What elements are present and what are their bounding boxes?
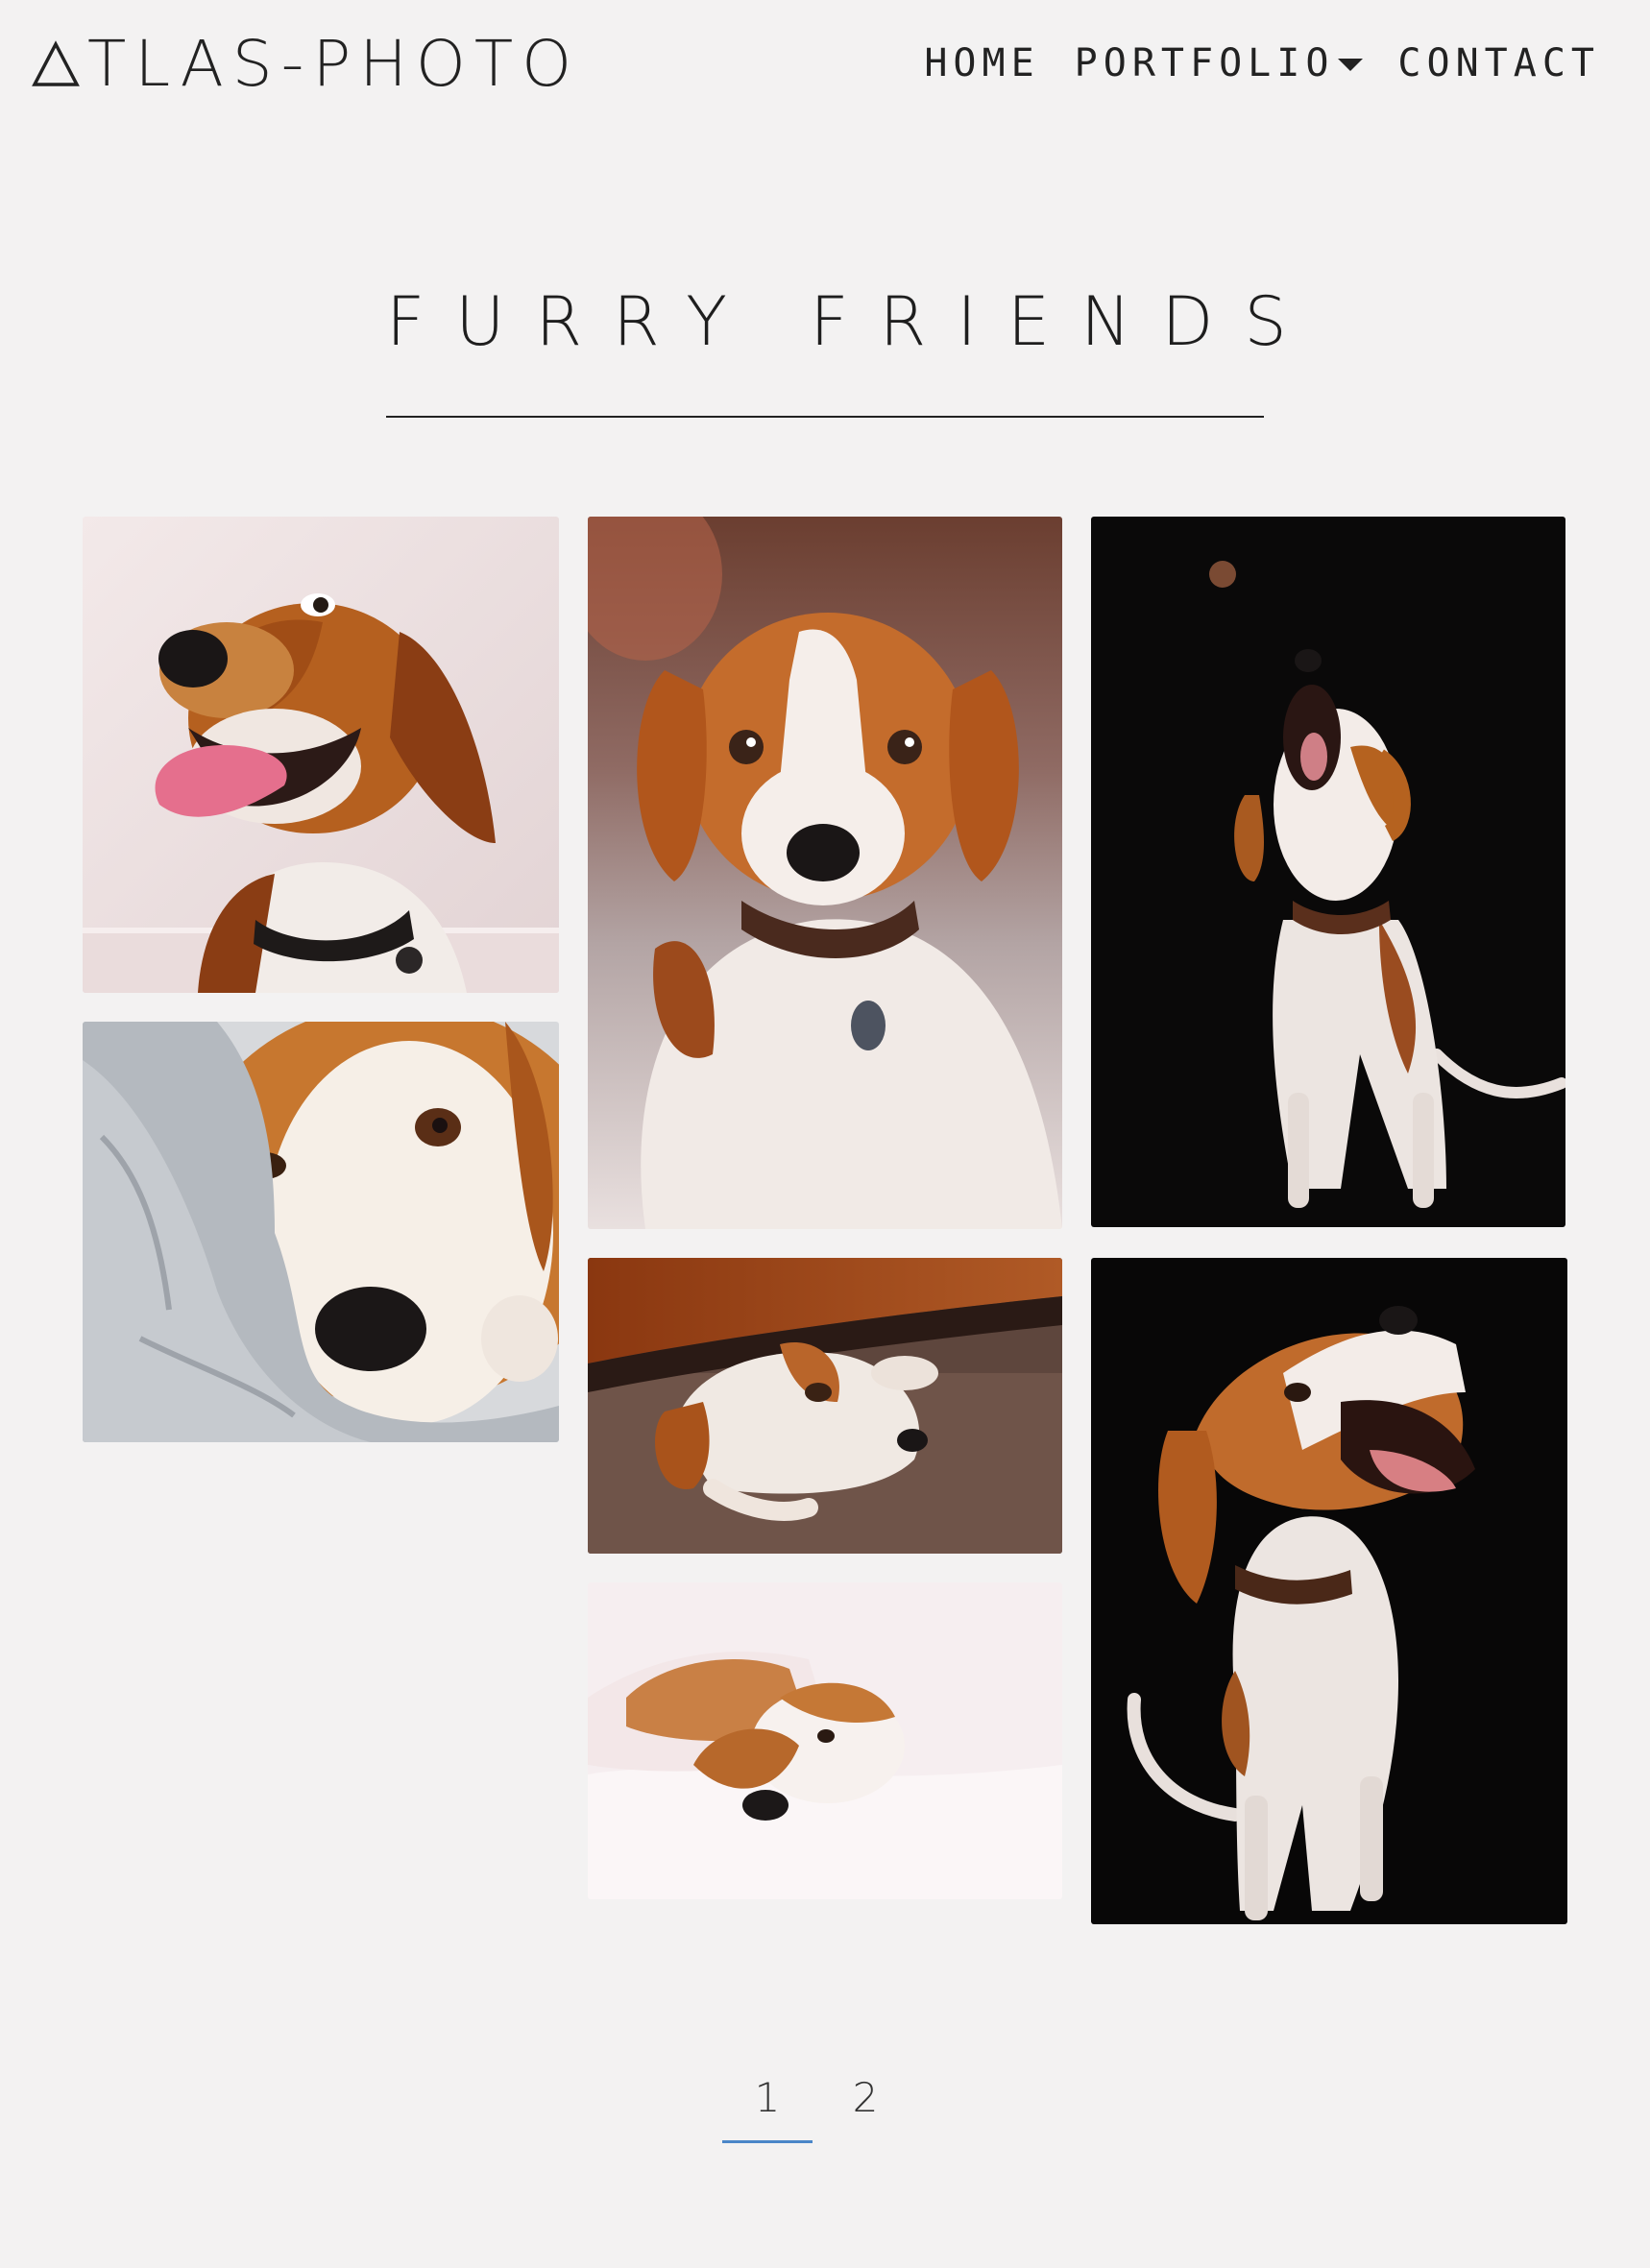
- page-link-1[interactable]: 1: [722, 2064, 813, 2143]
- site-logo[interactable]: TLAS-PHOTO: [32, 26, 581, 101]
- main-nav: HOME PORTFOLIO CONTACT: [924, 36, 1600, 90]
- beagle-smiling-image: [83, 517, 559, 993]
- photo-beagle-barking[interactable]: [1091, 1258, 1567, 1924]
- nav-home[interactable]: HOME: [924, 41, 1039, 85]
- logo-text: TLAS-PHOTO: [87, 26, 581, 101]
- photo-beagle-under-furniture[interactable]: [588, 1258, 1062, 1554]
- triangle-icon: [32, 40, 80, 86]
- photo-beagle-lying-bed[interactable]: [588, 517, 1062, 1229]
- beagle-under-blanket-image: [83, 1022, 559, 1442]
- page-title-wrap: FURRY FRIENDS: [386, 269, 1318, 374]
- photo-beagle-white-sheets[interactable]: [588, 1582, 1062, 1899]
- beagle-catching-treat-image: [1091, 517, 1565, 1227]
- nav-portfolio[interactable]: PORTFOLIO: [1075, 41, 1364, 85]
- nav-portfolio-label: PORTFOLIO: [1074, 41, 1335, 85]
- page-link-2[interactable]: 2: [820, 2064, 910, 2143]
- beagle-barking-image: [1091, 1258, 1567, 1924]
- title-divider: [386, 416, 1264, 418]
- beagle-under-furniture-image: [588, 1258, 1062, 1554]
- beagle-white-sheets-image: [588, 1582, 1062, 1899]
- photo-beagle-catching-treat[interactable]: [1091, 517, 1565, 1227]
- beagle-lying-bed-image: [588, 517, 1062, 1229]
- photo-beagle-under-blanket[interactable]: [83, 1022, 559, 1442]
- caret-down-icon: [1338, 58, 1364, 71]
- pagination: 1 2: [722, 2064, 910, 2143]
- photo-beagle-smiling[interactable]: [83, 517, 559, 993]
- nav-contact[interactable]: CONTACT: [1397, 41, 1600, 85]
- page-title: FURRY FRIENDS: [386, 282, 1318, 361]
